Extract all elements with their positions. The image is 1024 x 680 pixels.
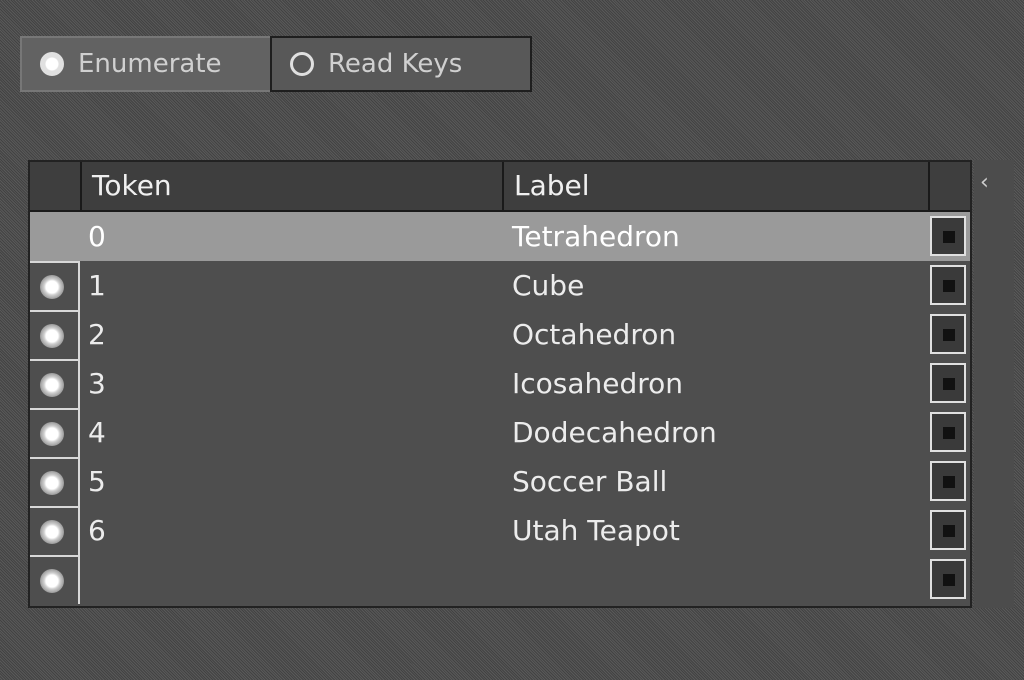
token-cell[interactable]: 4 xyxy=(88,408,106,457)
token-cell[interactable]: 5 xyxy=(88,457,106,506)
tab-read-keys[interactable]: Read Keys xyxy=(270,36,532,92)
header-token[interactable]: Token xyxy=(80,162,502,210)
token-cell[interactable]: 3 xyxy=(88,359,106,408)
row-handle[interactable] xyxy=(30,261,80,310)
mode-tabs: Enumerate Read Keys xyxy=(20,36,532,92)
label-cell[interactable]: Tetrahedron xyxy=(512,212,680,261)
row-checkbox[interactable] xyxy=(930,412,966,452)
table-row[interactable]: 3 Icosahedron xyxy=(30,359,970,408)
row-point-icon xyxy=(40,373,64,397)
table-row[interactable]: 6 Utah Teapot xyxy=(30,506,970,555)
table-row[interactable]: 5 Soccer Ball xyxy=(30,457,970,506)
row-checkbox[interactable] xyxy=(930,461,966,501)
label-cell[interactable]: Utah Teapot xyxy=(512,506,680,555)
tab-read-keys-label: Read Keys xyxy=(328,49,463,79)
label-cell[interactable]: Dodecahedron xyxy=(512,408,717,457)
table-row[interactable]: 1 Cube xyxy=(30,261,970,310)
header-label[interactable]: Label xyxy=(502,162,928,210)
token-cell[interactable]: 6 xyxy=(88,506,106,555)
row-checkbox[interactable] xyxy=(930,314,966,354)
row-handle[interactable] xyxy=(30,555,80,604)
row-checkbox[interactable] xyxy=(930,559,966,599)
row-checkbox[interactable] xyxy=(930,216,966,256)
table-scrollbar[interactable]: ‹ xyxy=(974,160,1014,608)
chevron-left-icon[interactable]: ‹ xyxy=(980,170,989,195)
enum-table: Token Label 0 Tetrahedron 1 Cube 2 Octah… xyxy=(28,160,972,608)
row-point-icon xyxy=(40,422,64,446)
table-row[interactable]: 2 Octahedron xyxy=(30,310,970,359)
label-cell[interactable]: Icosahedron xyxy=(512,359,683,408)
row-handle[interactable] xyxy=(30,506,80,555)
token-cell[interactable]: 1 xyxy=(88,261,106,310)
row-point-icon xyxy=(40,324,64,348)
token-cell[interactable]: 2 xyxy=(88,310,106,359)
table-row[interactable]: 4 Dodecahedron xyxy=(30,408,970,457)
radio-unselected-icon xyxy=(290,52,314,76)
row-point-icon xyxy=(40,275,64,299)
label-cell[interactable]: Cube xyxy=(512,261,584,310)
table-row[interactable]: 0 Tetrahedron xyxy=(30,212,970,261)
row-checkbox[interactable] xyxy=(930,363,966,403)
label-cell[interactable]: Octahedron xyxy=(512,310,676,359)
row-handle[interactable] xyxy=(30,457,80,506)
enum-editor-window: Enumerate Read Keys Token Label 0 Tetrah… xyxy=(0,0,1024,680)
tab-enumerate[interactable]: Enumerate xyxy=(20,36,272,92)
table-row-empty[interactable] xyxy=(30,555,970,604)
row-point-icon xyxy=(40,471,64,495)
row-handle[interactable] xyxy=(30,359,80,408)
header-check-column xyxy=(928,162,970,210)
row-handle[interactable] xyxy=(30,408,80,457)
tab-enumerate-label: Enumerate xyxy=(78,49,222,79)
row-point-icon xyxy=(40,569,64,593)
token-cell[interactable]: 0 xyxy=(88,212,106,261)
row-point-icon xyxy=(40,520,64,544)
row-checkbox[interactable] xyxy=(930,510,966,550)
table-header: Token Label xyxy=(30,162,970,212)
row-checkbox[interactable] xyxy=(930,265,966,305)
radio-selected-icon xyxy=(40,52,64,76)
header-icon-column xyxy=(30,162,80,210)
label-cell[interactable]: Soccer Ball xyxy=(512,457,667,506)
row-handle[interactable] xyxy=(30,310,80,359)
